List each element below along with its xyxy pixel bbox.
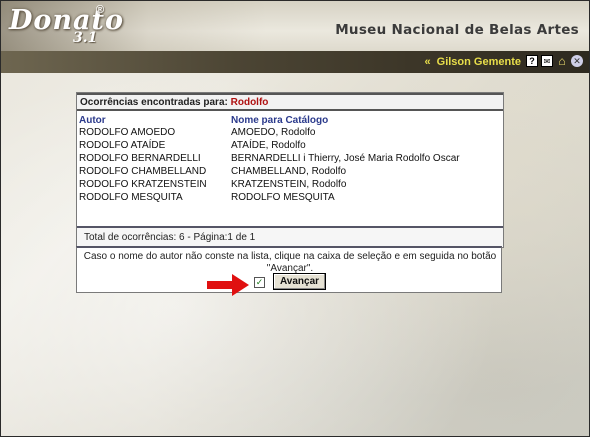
catalog-name-cell[interactable]: ATAÍDE, Rodolfo — [231, 140, 306, 151]
arrow-right-icon — [207, 274, 249, 296]
results-header: Ocorrências encontradas para: Rodolfo — [77, 93, 503, 111]
logo-version: 3.1 — [73, 30, 98, 46]
author-cell[interactable]: RODOLFO CHAMBELLAND — [79, 166, 206, 177]
chevron-left-icon: « — [424, 56, 431, 68]
user-link[interactable]: « Gilson Gemente — [425, 56, 521, 68]
header: Donato ® 3.1 Museu Nacional de Belas Art… — [1, 1, 589, 51]
table-row[interactable]: RODOLFO AMOEDO AMOEDO, Rodolfo — [77, 127, 503, 140]
results-totals: Total de ocorrências: 6 - Página:1 de 1 — [77, 226, 503, 246]
catalog-name-cell[interactable]: AMOEDO, Rodolfo — [231, 127, 315, 138]
author-cell[interactable]: RODOLFO MESQUITA — [79, 192, 183, 203]
museum-title: Museu Nacional de Belas Artes — [335, 22, 579, 38]
results-panel: Ocorrências encontradas para: Rodolfo Au… — [76, 92, 504, 248]
app-window: Donato ® 3.1 Museu Nacional de Belas Art… — [0, 0, 590, 437]
top-nav-bar: « Gilson Gemente ? ✉ ⌂ ✕ — [1, 51, 589, 73]
totals-text: Total de ocorrências: 6 - Página:1 de 1 — [84, 232, 256, 243]
table-row[interactable]: RODOLFO MESQUITA RODOLFO MESQUITA — [77, 192, 503, 205]
author-cell[interactable]: RODOLFO KRATZENSTEIN — [79, 179, 207, 190]
table-row[interactable]: RODOLFO ATAÍDE ATAÍDE, Rodolfo — [77, 140, 503, 153]
catalog-name-cell[interactable]: CHAMBELLAND, Rodolfo — [231, 166, 346, 177]
help-icon[interactable]: ? — [526, 55, 538, 67]
home-icon[interactable]: ⌂ — [556, 54, 568, 68]
table-row[interactable]: RODOLFO KRATZENSTEIN KRATZENSTEIN, Rodol… — [77, 179, 503, 192]
table-row[interactable]: RODOLFO CHAMBELLAND CHAMBELLAND, Rodolfo — [77, 166, 503, 179]
catalog-name-cell[interactable]: BERNARDELLI i Thierry, José Maria Rodolf… — [231, 153, 460, 164]
author-cell[interactable]: RODOLFO ATAÍDE — [79, 140, 165, 151]
results-title: Ocorrências encontradas para: Rodolfo — [80, 97, 268, 108]
logo: Donato — [9, 5, 125, 36]
search-term: Rodolfo — [230, 97, 269, 108]
notice-text: Caso o nome do autor não conste na lista… — [83, 251, 497, 274]
not-listed-checkbox[interactable]: ✓ — [254, 277, 265, 288]
toolbar-icons: ? ✉ ⌂ ✕ — [526, 54, 583, 68]
author-cell[interactable]: RODOLFO AMOEDO — [79, 127, 175, 138]
advance-button[interactable]: Avançar — [273, 273, 326, 290]
mail-icon[interactable]: ✉ — [541, 55, 553, 67]
author-cell[interactable]: RODOLFO BERNARDELLI — [79, 153, 201, 164]
user-name: Gilson Gemente — [436, 56, 521, 68]
catalog-name-cell[interactable]: KRATZENSTEIN, Rodolfo — [231, 179, 346, 190]
results-title-label: Ocorrências encontradas para: — [80, 97, 228, 108]
close-icon[interactable]: ✕ — [571, 55, 583, 67]
column-header-author: Autor — [79, 115, 106, 126]
catalog-name-cell[interactable]: RODOLFO MESQUITA — [231, 192, 335, 203]
column-header-catalog-name: Nome para Catálogo — [231, 115, 329, 126]
table-row[interactable]: RODOLFO BERNARDELLI BERNARDELLI i Thierr… — [77, 153, 503, 166]
registered-mark: ® — [96, 4, 105, 16]
